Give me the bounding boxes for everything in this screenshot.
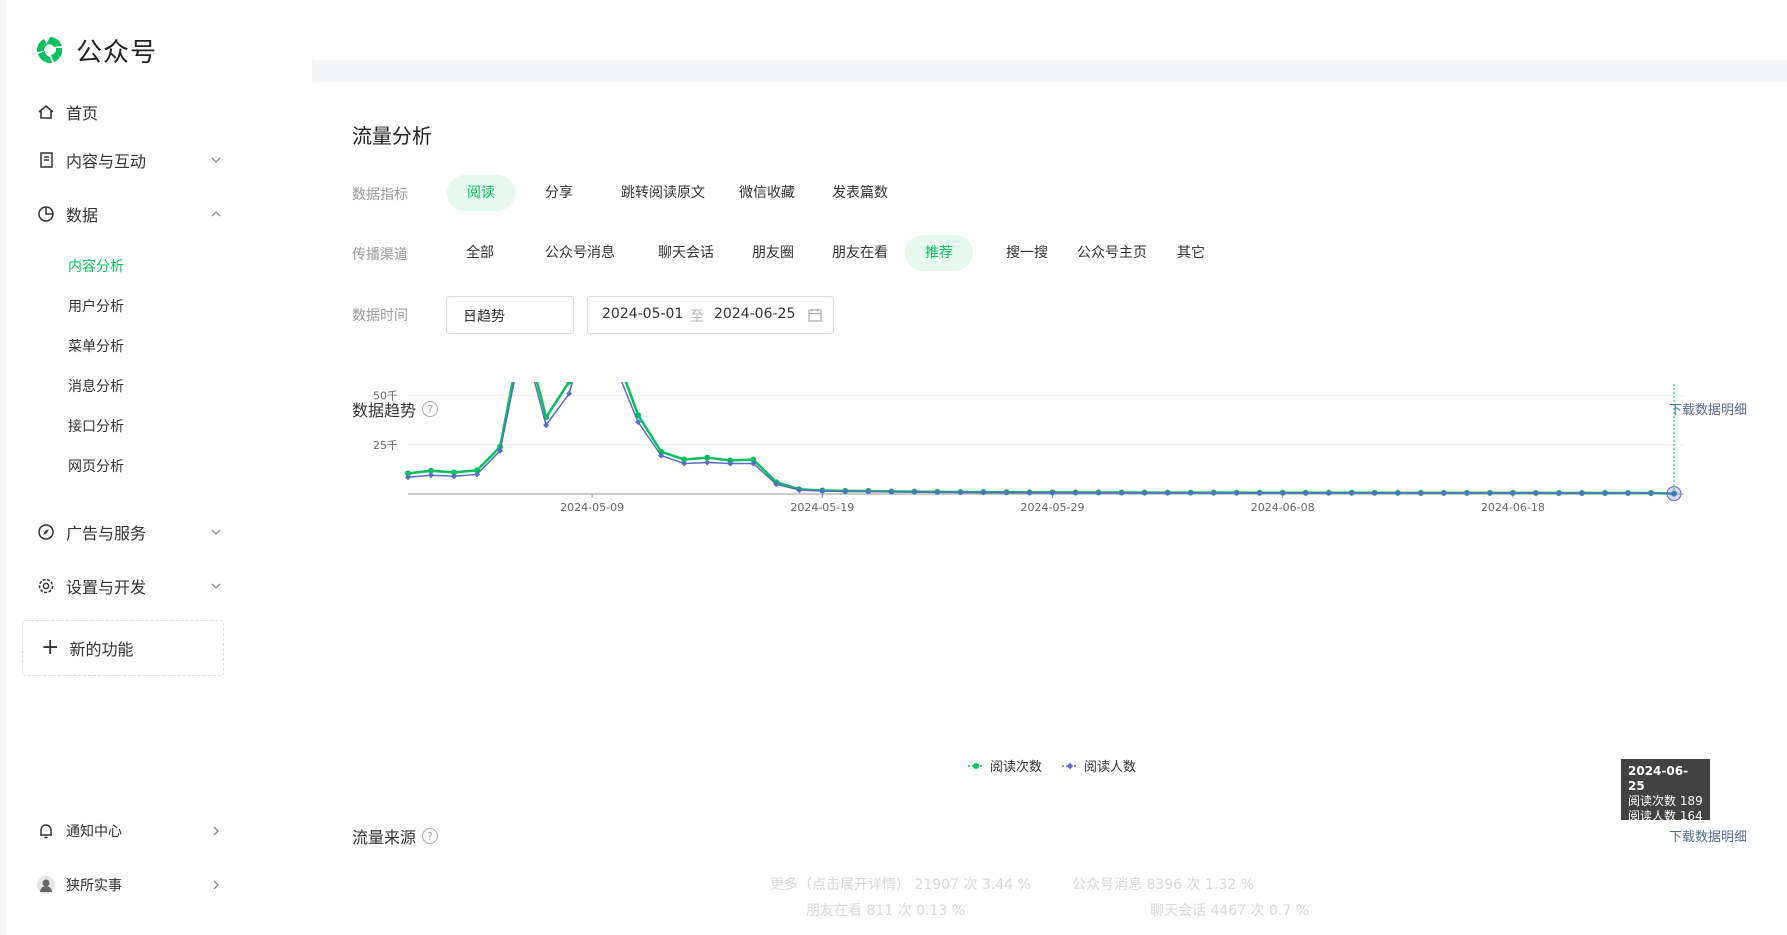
source-label-friends-watching: 朋友在看 811 次 0.13 % [806, 903, 965, 919]
channel-tab-moments[interactable]: 朋友圈 [732, 235, 814, 271]
sidebar-item-label: 内容与互动 [66, 152, 147, 171]
new-feature-label: 新的功能 [69, 640, 134, 659]
channel-row-label: 传播渠道 [352, 247, 408, 263]
channel-tab-friends-watching[interactable]: 朋友在看 [812, 235, 908, 271]
granularity-select[interactable]: 日趋势 [446, 296, 574, 334]
source-label-chat: 聊天会话 4467 次 0.7 % [1150, 903, 1309, 919]
sidebar-sub-api-analysis[interactable]: 接口分析 [68, 415, 124, 439]
x-tick-label: 2024-05-29 [1021, 501, 1085, 514]
sidebar-item-label: 通知中心 [66, 824, 122, 840]
sidebar-item-label: 数据 [66, 206, 99, 225]
sidebar-sub-user-analysis[interactable]: 用户分析 [68, 295, 124, 319]
top-bar [312, 0, 1787, 60]
series-line-reads [407, 289, 1675, 495]
sidebar-item-label: 设置与开发 [66, 578, 147, 597]
metric-row-label: 数据指标 [352, 187, 408, 203]
sidebar-item-label: 广告与服务 [66, 524, 147, 543]
time-row-label: 数据时间 [352, 308, 408, 324]
sidebar: 公众号 首页 内容与互动 数据 内容分析 用户分析 菜单分析 消息分析 接口分析… [6, 0, 312, 935]
series-line-readers [407, 310, 1675, 495]
channel-tab-recommend[interactable]: 推荐 [905, 235, 973, 271]
sidebar-item-home[interactable]: 首页 [36, 94, 226, 130]
y-tick-label: 50千 [373, 390, 398, 403]
legend-label-readers: 阅读人数 [1084, 760, 1137, 775]
trend-chart-svg: 25千50千75千100千125千2024-05-092024-05-19202… [366, 242, 1684, 514]
calendar-icon[interactable] [807, 307, 823, 327]
hover-point-highlight [1666, 486, 1682, 502]
chevron-up-icon [206, 204, 226, 224]
channel-tab-official-msg[interactable]: 公众号消息 [525, 235, 635, 271]
data-point-readers [428, 472, 435, 479]
date-separator: 至 [690, 309, 704, 325]
x-tick-label: 2024-05-19 [790, 501, 854, 514]
sidebar-item-account[interactable]: 狭所实事 [36, 867, 226, 903]
tooltip-readers: 阅读人数 164 [1628, 809, 1703, 823]
channel-tab-search[interactable]: 搜一搜 [986, 235, 1068, 271]
x-tick-label: 2024-05-09 [560, 501, 624, 514]
new-feature-button[interactable]: + 新的功能 [22, 620, 224, 676]
date-end[interactable]: 2024-06-25 [714, 306, 795, 322]
pie-chart-icon [36, 204, 56, 224]
legend-item-readers[interactable]: 阅读人数 [1062, 756, 1136, 775]
tooltip-date: 2024-06-25 [1628, 764, 1689, 793]
download-source-link[interactable]: 下载数据明细 [1669, 826, 1747, 845]
main-panel: 流量分析 数据指标 阅读 分享 跳转阅读原文 微信收藏 发表篇数 传播渠道 全部… [312, 82, 1787, 935]
source-section-title: 流量来源 ? [352, 824, 439, 848]
date-start[interactable]: 2024-05-01 [602, 306, 683, 322]
source-label-official-msg: 公众号消息 8396 次 1.32 % [1072, 877, 1254, 893]
gear-icon [36, 576, 56, 596]
app-logo[interactable]: 公众号 [34, 28, 157, 72]
metric-tab-read-original[interactable]: 跳转阅读原文 [601, 175, 725, 211]
account-name: 狭所实事 [66, 878, 122, 894]
chevron-down-icon [206, 150, 226, 170]
plus-icon: + [41, 635, 60, 660]
sidebar-sub-web-analysis[interactable]: 网页分析 [68, 455, 124, 479]
avatar [36, 875, 56, 895]
sidebar-sub-message-analysis[interactable]: 消息分析 [68, 375, 124, 399]
chevron-right-icon [206, 875, 226, 895]
sidebar-item-notifications[interactable]: 通知中心 [36, 813, 226, 849]
channel-tab-chat[interactable]: 聊天会话 [638, 235, 734, 271]
chart-tooltip: 2024-06-25 阅读次数 189 阅读人数 164 [1621, 759, 1710, 823]
y-tick-label: 25千 [373, 439, 398, 452]
metric-tab-share[interactable]: 分享 [525, 175, 593, 211]
legend-item-reads[interactable]: 阅读次数 [968, 756, 1042, 775]
compass-icon [36, 522, 56, 542]
wechat-official-logo-icon [36, 37, 63, 64]
sidebar-item-content[interactable]: 内容与互动 [36, 142, 226, 178]
x-tick-label: 2024-06-18 [1481, 501, 1545, 514]
legend-label-reads: 阅读次数 [990, 760, 1043, 775]
chevron-down-icon [463, 307, 563, 325]
metric-tab-favorite[interactable]: 微信收藏 [719, 175, 815, 211]
source-title-text: 流量来源 [352, 828, 417, 847]
x-tick-label: 2024-06-08 [1251, 501, 1315, 514]
metric-tab-published[interactable]: 发表篇数 [812, 175, 908, 211]
tooltip-reads: 阅读次数 189 [1628, 794, 1703, 808]
home-icon [36, 102, 56, 122]
document-icon [36, 150, 56, 170]
legend-marker-reads [968, 762, 984, 769]
channel-tab-other[interactable]: 其它 [1157, 235, 1225, 271]
date-range-picker[interactable]: 2024-05-01 至 2024-06-25 [587, 296, 834, 334]
chevron-down-icon [206, 576, 226, 596]
sidebar-item-settings[interactable]: 设置与开发 [36, 568, 226, 604]
sidebar-item-ads[interactable]: 广告与服务 [36, 514, 226, 550]
trend-chart: 25千50千75千100千125千2024-05-092024-05-19202… [312, 242, 1787, 712]
sidebar-item-label: 首页 [66, 104, 99, 123]
app-name: 公众号 [76, 37, 158, 68]
legend-marker-readers [1062, 762, 1078, 769]
metric-tab-read[interactable]: 阅读 [447, 175, 515, 211]
sidebar-sub-content-analysis[interactable]: 内容分析 [68, 255, 124, 279]
page-title: 流量分析 [352, 124, 432, 148]
channel-tab-all[interactable]: 全部 [446, 235, 514, 271]
help-icon[interactable]: ? [422, 828, 439, 844]
sidebar-sub-menu-analysis[interactable]: 菜单分析 [68, 335, 124, 359]
data-point-readers [704, 459, 711, 466]
chevron-down-icon [206, 522, 226, 542]
sidebar-item-data[interactable]: 数据 [36, 196, 226, 232]
chevron-right-icon [206, 821, 226, 841]
bell-icon [36, 821, 56, 841]
channel-tab-homepage[interactable]: 公众号主页 [1057, 235, 1167, 271]
source-label-more: 更多（点击展开详情） 21907 次 3.44 % [770, 877, 1031, 893]
